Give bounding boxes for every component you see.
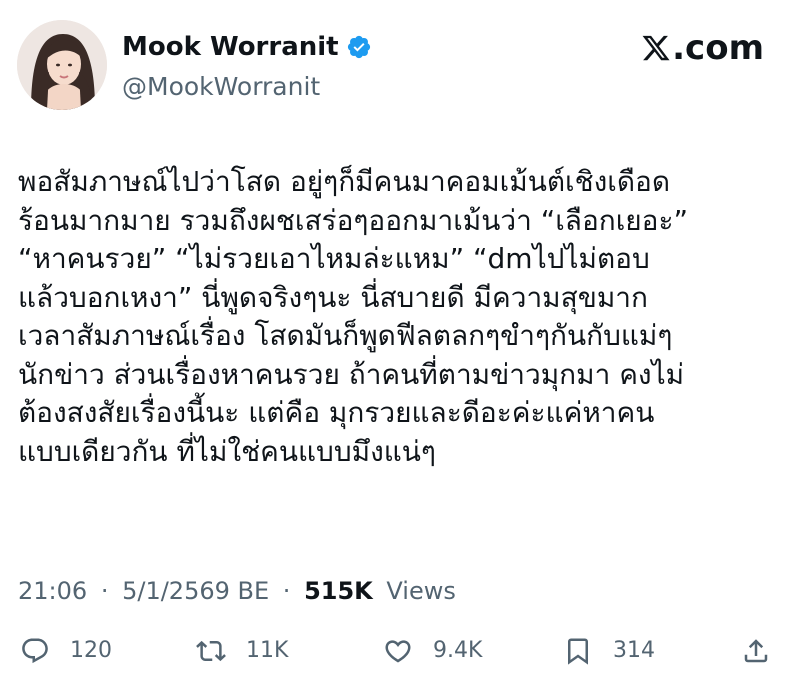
- tweet-text-line: เวลาสัมภาษณ์เรื่อง โสดมันก็พูดฟีลตลกๆขำๆ…: [18, 319, 673, 352]
- views-label: Views: [386, 577, 456, 605]
- bookmark-button[interactable]: 314: [563, 636, 655, 666]
- like-button[interactable]: 9.4K: [383, 636, 482, 666]
- tweet-meta: 21:06 · 5/1/2569 BE · 515K Views: [18, 574, 456, 608]
- meta-separator: ·: [100, 577, 109, 605]
- tweet-actions: 120 11K 9.4K 314: [0, 630, 800, 680]
- share-button[interactable]: [741, 636, 771, 666]
- share-icon: [744, 639, 768, 663]
- like-count: 9.4K: [433, 638, 483, 663]
- author-handle[interactable]: @MookWorranit: [122, 72, 320, 102]
- like-icon: [385, 640, 411, 663]
- repost-button[interactable]: 11K: [196, 636, 288, 666]
- tweet-text-line: ต้องสงสัยเรื่องนี้นะ แต่คือ มุกรวยและดีอ…: [18, 396, 655, 429]
- views-count: 515K: [304, 577, 373, 605]
- x-logo-icon: [642, 35, 670, 61]
- tweet-header: Mook Worranit @MookWorranit .com: [0, 0, 800, 130]
- bookmark-icon: [568, 638, 588, 665]
- author-name-row: Mook Worranit: [122, 31, 372, 63]
- verified-badge-icon: [346, 34, 372, 60]
- tweet-text-line: แล้วบอกเหงา” นี่พูดจริงๆนะ นี่สบายดี มีค…: [18, 280, 648, 314]
- meta-separator: ·: [282, 577, 291, 605]
- profile-photo: [17, 20, 107, 110]
- tweet-text-line: แบบเดียวกัน ที่ไม่ใช่คนแบบมึงแน่ๆ: [18, 434, 436, 468]
- brand-domain-label: .com: [672, 28, 764, 68]
- brand-watermark: .com: [641, 28, 764, 68]
- tweet-text-line: พอสัมภาษณ์ไปว่าโสด อยู่ๆก็มีคนมาคอมเม้นต…: [18, 165, 671, 198]
- tweet-text-line: นักข่าว ส่วนเรื่องหาคนรวย ถ้าคนที่ตามข่า…: [18, 357, 685, 391]
- bookmark-count: 314: [613, 638, 655, 663]
- tweet-text-line: “หาคนรวย” “ไม่รวยเอาไหมล่ะแหม” “dmไปไม่ต…: [18, 242, 650, 275]
- tweet-time[interactable]: 21:06: [18, 577, 87, 605]
- reply-button[interactable]: 120: [20, 636, 112, 666]
- tweet-text-line: ร้อนมากมาย รวมถึงผชเสร่อๆออกมาเม้นว่า “เ…: [18, 203, 689, 237]
- tweet-text: พอสัมภาษณ์ไปว่าโสด อยู่ๆก็มีคนมาคอมเม้นต…: [18, 163, 784, 471]
- repost-icon: [196, 640, 226, 662]
- author-display-name[interactable]: Mook Worranit: [122, 31, 339, 63]
- repost-count: 11K: [246, 638, 289, 663]
- avatar[interactable]: [17, 20, 107, 110]
- reply-count: 120: [70, 638, 112, 663]
- reply-icon: [22, 638, 48, 664]
- tweet-date[interactable]: 5/1/2569 BE: [122, 577, 269, 605]
